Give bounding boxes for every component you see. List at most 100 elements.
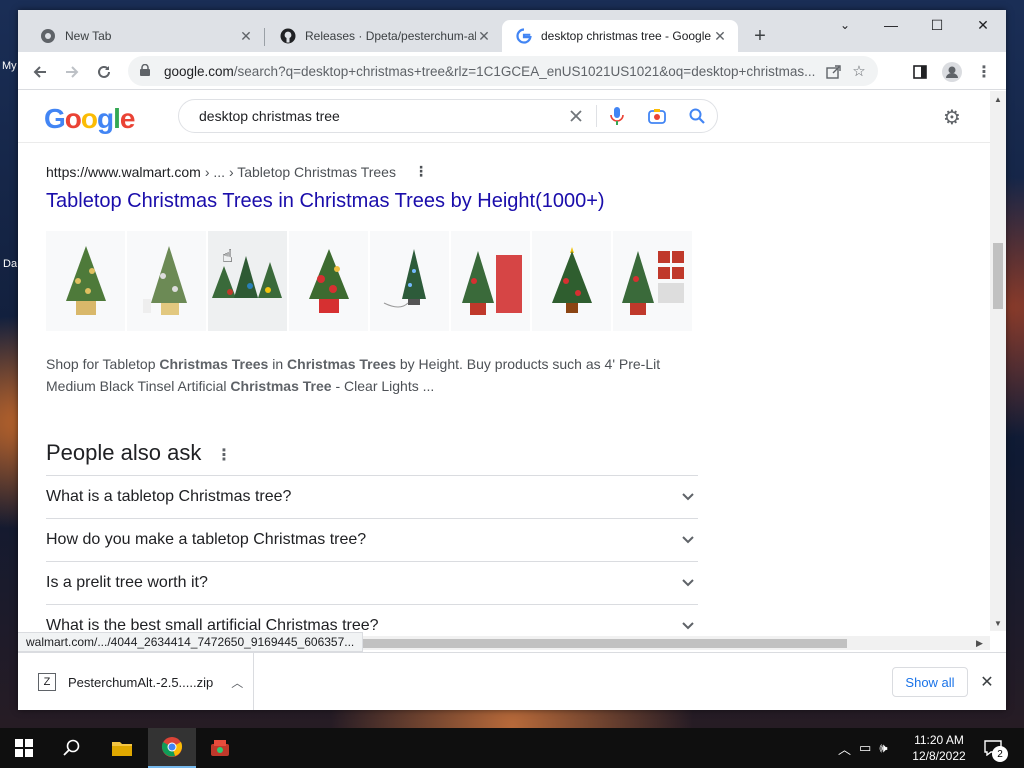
close-tab-icon[interactable]: ✕ bbox=[712, 28, 728, 44]
minimize-button[interactable]: — bbox=[868, 10, 914, 40]
settings-gear-icon[interactable]: ⚙ bbox=[940, 105, 964, 129]
tab-releases[interactable]: Releases · Dpeta/pesterchum-alt ✕ bbox=[266, 20, 502, 52]
forward-icon[interactable] bbox=[58, 58, 86, 86]
result-title-link[interactable]: Tabletop Christmas Trees in Christmas Tr… bbox=[46, 190, 605, 213]
tree-with-box-thumbnail[interactable] bbox=[451, 231, 530, 331]
result-snippet: Shop for Tabletop Christmas Trees in Chr… bbox=[46, 356, 661, 394]
tab-separator bbox=[264, 28, 265, 46]
share-icon[interactable] bbox=[820, 58, 846, 84]
scroll-down-icon[interactable]: ▼ bbox=[994, 619, 1002, 628]
search-icon[interactable] bbox=[677, 99, 717, 133]
network-icon[interactable]: ▭ bbox=[859, 740, 871, 756]
tab-title: Releases · Dpeta/pesterchum-alt bbox=[305, 29, 476, 43]
reload-icon[interactable] bbox=[90, 58, 118, 86]
link-status-bar: walmart.com/.../4044_2634414_7472650_916… bbox=[18, 632, 364, 652]
side-panel-icon[interactable] bbox=[906, 58, 934, 86]
tab-new-tab[interactable]: New Tab ✕ bbox=[26, 20, 264, 52]
close-downloads-icon[interactable]: ✕ bbox=[976, 671, 998, 693]
result-breadcrumb: › ... › Tabletop Christmas Trees bbox=[204, 163, 396, 180]
chrome-icon bbox=[40, 28, 56, 44]
tree-with-star-thumbnail[interactable] bbox=[532, 231, 611, 331]
download-item[interactable]: Z PesterchumAlt.-2.5.....zip ︿ bbox=[18, 653, 254, 710]
notification-count-badge: 2 bbox=[992, 746, 1008, 762]
horizontal-scroll-thumb[interactable] bbox=[344, 639, 847, 648]
chevron-down-icon[interactable] bbox=[678, 487, 698, 507]
image-search-icon[interactable] bbox=[637, 99, 677, 133]
desktop-icon-label[interactable]: My bbox=[2, 60, 17, 72]
maximize-button[interactable]: ☐ bbox=[914, 10, 960, 40]
close-tab-icon[interactable]: ✕ bbox=[476, 28, 492, 44]
result-site: https://www.walmart.com bbox=[46, 163, 201, 180]
result-citation[interactable]: https://www.walmart.com › ... › Tabletop… bbox=[46, 163, 428, 180]
tab-title: New Tab bbox=[65, 29, 112, 43]
tab-google-search[interactable]: desktop christmas tree - Google ✕ bbox=[502, 20, 738, 52]
led-fiber-tree-thumbnail[interactable] bbox=[370, 231, 449, 331]
show-all-downloads-button[interactable]: Show all bbox=[892, 667, 968, 697]
chevron-up-icon[interactable]: ︿ bbox=[231, 674, 243, 691]
clear-search-icon[interactable] bbox=[556, 99, 596, 133]
volume-icon[interactable]: 🕪 bbox=[879, 740, 887, 756]
search-input[interactable]: desktop christmas tree bbox=[179, 108, 556, 124]
paa-question[interactable]: What is a tabletop Christmas tree? bbox=[46, 475, 698, 518]
windows-taskbar: ︿ ▭ 🕪 11:20 AM 12/8/2022 2 bbox=[0, 728, 1024, 768]
result-more-icon[interactable]: ⋮ bbox=[414, 163, 428, 180]
tab-title: desktop christmas tree - Google bbox=[541, 29, 712, 43]
google-header: Google desktop christmas tree ⚙ bbox=[18, 91, 990, 143]
show-hidden-icons-icon[interactable]: ︿ bbox=[838, 739, 851, 758]
url-text: google.com/search?q=desktop+christmas+tr… bbox=[164, 63, 816, 79]
scroll-right-icon[interactable]: ▶ bbox=[976, 638, 983, 649]
chrome-taskbar-icon[interactable] bbox=[148, 728, 196, 768]
notification-center-icon[interactable]: 2 bbox=[980, 736, 1008, 762]
download-file-name: PesterchumAlt.-2.5.....zip bbox=[68, 674, 214, 690]
downloads-bar: Z PesterchumAlt.-2.5.....zip ︿ Show all … bbox=[18, 652, 1006, 710]
github-icon bbox=[280, 28, 296, 44]
multi-tree-set-thumbnail[interactable] bbox=[208, 231, 287, 331]
zip-file-icon: Z bbox=[38, 673, 56, 691]
web-page: Google desktop christmas tree ⚙ https://… bbox=[18, 91, 990, 631]
bookmark-star-icon[interactable]: ☆ bbox=[846, 58, 872, 84]
red-ornament-tree-thumbnail[interactable] bbox=[289, 231, 368, 331]
paa-question[interactable]: How do you make a tabletop Christmas tre… bbox=[46, 518, 698, 561]
tree-with-ornament-pack-thumbnail[interactable] bbox=[613, 231, 692, 331]
browser-toolbar: google.com/search?q=desktop+christmas+tr… bbox=[18, 52, 1006, 90]
chevron-down-icon[interactable] bbox=[678, 573, 698, 593]
close-window-button[interactable]: ✕ bbox=[960, 10, 1006, 40]
snowy-tree-with-figures-thumbnail[interactable] bbox=[127, 231, 206, 331]
windows-start-icon[interactable] bbox=[0, 728, 48, 768]
desktop-icon-label[interactable]: Da bbox=[3, 258, 17, 270]
vertical-scroll-thumb[interactable] bbox=[993, 243, 1003, 309]
tab-search-icon[interactable]: ⌄ bbox=[822, 10, 868, 40]
chrome-menu-icon[interactable]: ⋮ bbox=[970, 58, 998, 86]
back-icon[interactable] bbox=[26, 58, 54, 86]
scroll-up-icon[interactable]: ▲ bbox=[994, 95, 1002, 104]
voice-search-icon[interactable] bbox=[597, 99, 637, 133]
pesterchum-app-icon[interactable] bbox=[196, 728, 244, 768]
tab-strip: New Tab ✕ Releases · Dpeta/pesterchum-al… bbox=[18, 10, 1006, 52]
google-logo[interactable]: Google bbox=[44, 103, 135, 135]
profile-avatar-icon[interactable] bbox=[938, 58, 966, 86]
search-box[interactable]: desktop christmas tree bbox=[178, 99, 718, 133]
search-icon[interactable] bbox=[48, 728, 96, 768]
product-thumbnails bbox=[46, 231, 692, 331]
chevron-down-icon[interactable] bbox=[678, 616, 698, 631]
people-also-ask-more-icon[interactable]: ⋮ bbox=[216, 445, 232, 465]
people-also-ask-heading: People also ask bbox=[46, 440, 202, 465]
address-bar[interactable]: google.com/search?q=desktop+christmas+tr… bbox=[128, 56, 878, 86]
chevron-down-icon[interactable] bbox=[678, 530, 698, 550]
gold-tree-thumbnail[interactable] bbox=[46, 231, 125, 331]
clock-time: 11:20 AM bbox=[914, 733, 964, 747]
hand-cursor-icon: ☝ bbox=[222, 246, 233, 266]
taskbar-clock[interactable]: 11:20 AM 12/8/2022 bbox=[904, 732, 974, 764]
paa-question[interactable]: Is a prelit tree worth it? bbox=[46, 561, 698, 604]
vertical-scrollbar[interactable]: ▲ ▼ bbox=[990, 91, 1006, 631]
paa-question[interactable]: What is the best small artificial Christ… bbox=[46, 604, 698, 631]
google-g-icon bbox=[516, 28, 532, 44]
lock-icon[interactable] bbox=[140, 63, 154, 79]
file-explorer-icon[interactable] bbox=[98, 728, 146, 768]
clock-date: 12/8/2022 bbox=[912, 749, 966, 763]
system-tray: ︿ ▭ 🕪 bbox=[838, 728, 888, 768]
close-tab-icon[interactable]: ✕ bbox=[238, 28, 254, 44]
people-also-ask-list: What is a tabletop Christmas tree? How d… bbox=[46, 475, 698, 631]
chrome-window: New Tab ✕ Releases · Dpeta/pesterchum-al… bbox=[18, 10, 1006, 710]
new-tab-button[interactable]: + bbox=[748, 24, 772, 48]
